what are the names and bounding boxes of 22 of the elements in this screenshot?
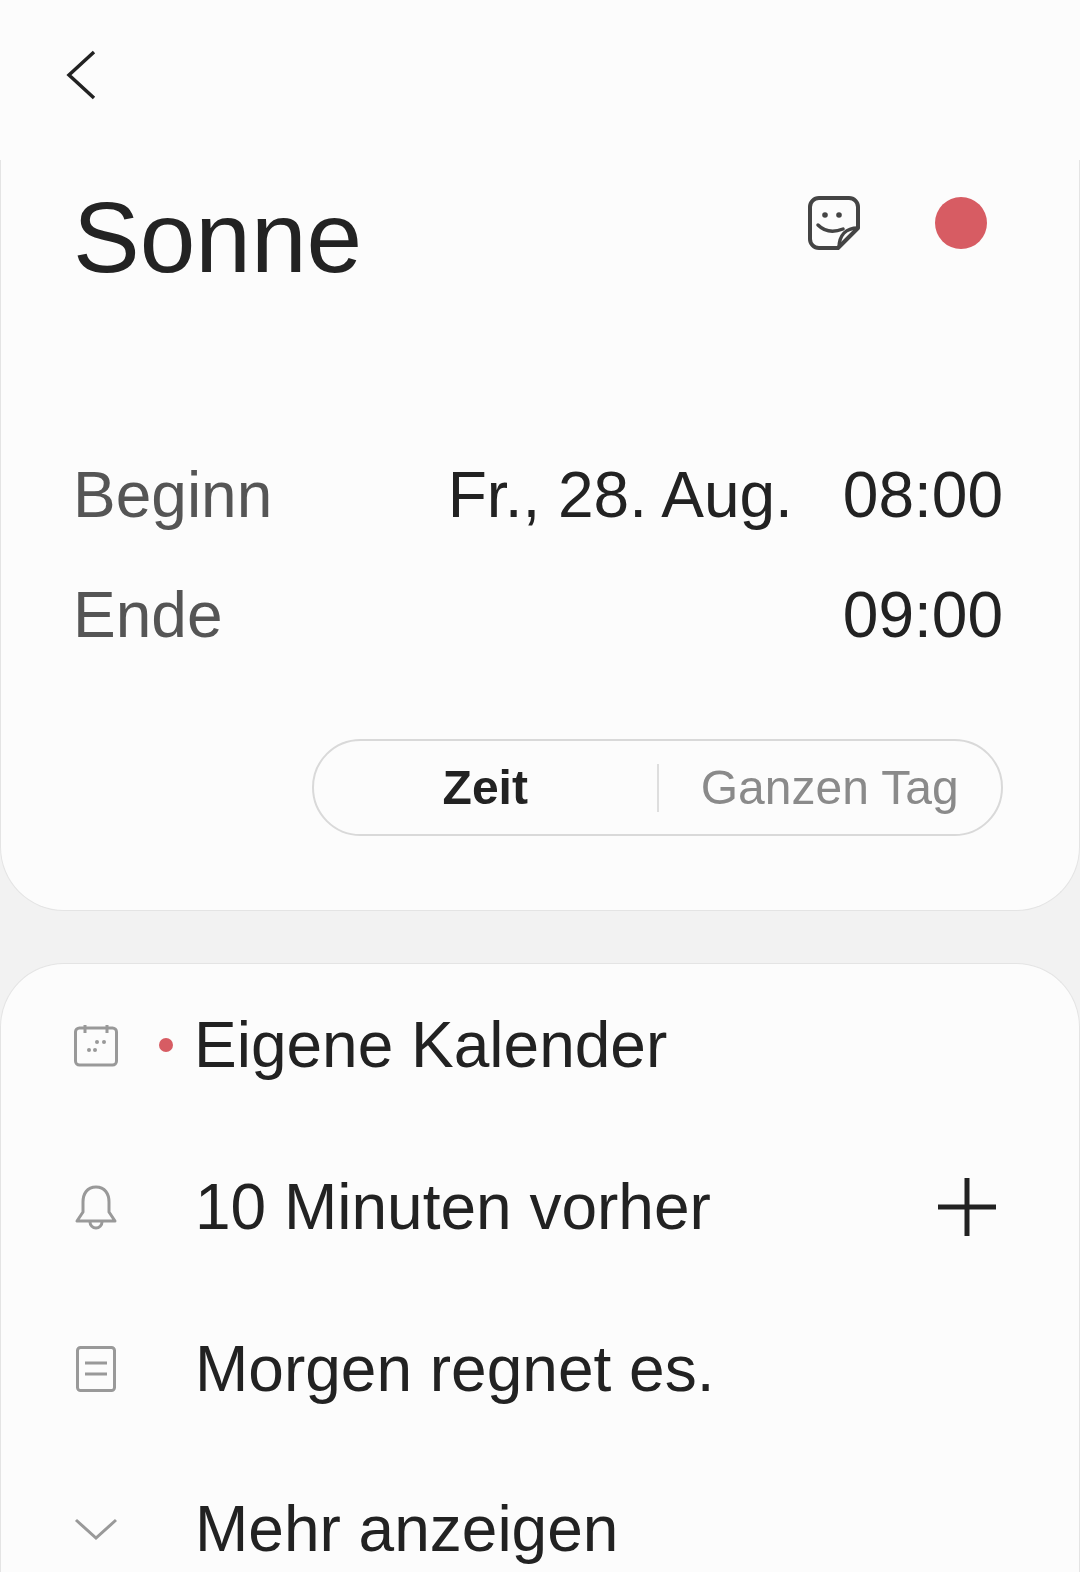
time-value[interactable]: 08:00 xyxy=(842,435,1003,555)
field-label: Beginn xyxy=(73,458,273,533)
field-label: Ende xyxy=(73,578,223,653)
back-button[interactable] xyxy=(64,50,98,100)
detail-item[interactable]: Eigene Kalender xyxy=(194,1008,668,1082)
note-icon xyxy=(75,1345,117,1393)
detail-item[interactable]: Mehr anzeigen xyxy=(195,1492,619,1566)
detail-item[interactable]: 10 Minuten vorher xyxy=(195,1170,711,1244)
detail-item[interactable]: Morgen regnet es. xyxy=(195,1332,715,1406)
calendar-icon xyxy=(73,1023,119,1067)
chevron-down-icon xyxy=(74,1518,118,1541)
add-reminder-button[interactable] xyxy=(937,1177,997,1237)
color-dot-icon[interactable] xyxy=(935,197,987,249)
segment-tab[interactable]: Zeit xyxy=(314,741,657,834)
back-icon xyxy=(64,50,98,100)
event-title[interactable]: Sonne xyxy=(73,177,363,297)
sticker-button[interactable] xyxy=(806,195,862,251)
time-value[interactable]: 09:00 xyxy=(842,555,1003,675)
plus-icon xyxy=(937,1177,997,1237)
bell-icon xyxy=(73,1184,119,1230)
date-value[interactable]: Fr., 28. Aug. xyxy=(447,435,793,555)
sticker-icon xyxy=(806,195,862,251)
